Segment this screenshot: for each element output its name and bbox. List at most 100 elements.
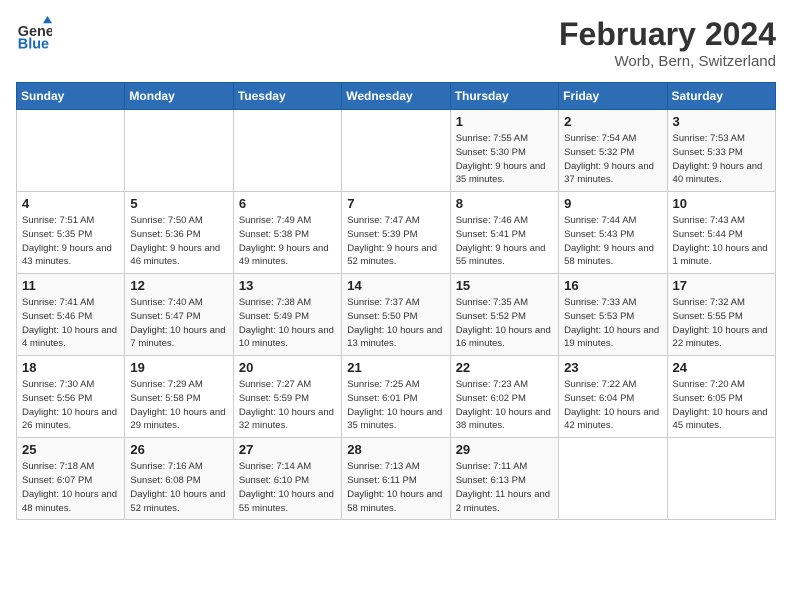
table-cell: 18 Sunrise: 7:30 AM Sunset: 5:56 PM Dayli… xyxy=(17,356,125,438)
day-number: 21 xyxy=(347,360,444,375)
table-cell: 20 Sunrise: 7:27 AM Sunset: 5:59 PM Dayli… xyxy=(233,356,341,438)
day-info: Sunrise: 7:27 AM Sunset: 5:59 PM Dayligh… xyxy=(239,378,336,433)
table-cell: 15Sunrise: 7:35 AM Sunset: 5:52 PM Dayli… xyxy=(450,274,558,356)
day-info: Sunrise: 7:29 AM Sunset: 5:58 PM Dayligh… xyxy=(130,378,227,433)
day-info: Sunrise: 7:40 AM Sunset: 5:47 PM Dayligh… xyxy=(130,296,227,351)
day-info: Sunrise: 7:16 AM Sunset: 6:08 PM Dayligh… xyxy=(130,460,227,515)
table-cell xyxy=(125,110,233,192)
day-number: 5 xyxy=(130,196,227,211)
day-info: Sunrise: 7:49 AM Sunset: 5:38 PM Dayligh… xyxy=(239,214,336,269)
day-number: 8 xyxy=(456,196,553,211)
header-friday: Friday xyxy=(559,83,667,110)
day-info: Sunrise: 7:51 AM Sunset: 5:35 PM Dayligh… xyxy=(22,214,119,269)
day-info: Sunrise: 7:30 AM Sunset: 5:56 PM Dayligh… xyxy=(22,378,119,433)
table-cell: 4 Sunrise: 7:51 AM Sunset: 5:35 PM Daylig… xyxy=(17,192,125,274)
table-cell: 9Sunrise: 7:44 AM Sunset: 5:43 PM Daylig… xyxy=(559,192,667,274)
day-info: Sunrise: 7:46 AM Sunset: 5:41 PM Dayligh… xyxy=(456,214,553,269)
day-info: Sunrise: 7:38 AM Sunset: 5:49 PM Dayligh… xyxy=(239,296,336,351)
table-cell: 8 Sunrise: 7:46 AM Sunset: 5:41 PM Daylig… xyxy=(450,192,558,274)
table-cell: 7 Sunrise: 7:47 AM Sunset: 5:39 PM Daylig… xyxy=(342,192,450,274)
day-info: Sunrise: 7:47 AM Sunset: 5:39 PM Dayligh… xyxy=(347,214,444,269)
day-number: 19 xyxy=(130,360,227,375)
day-number: 12 xyxy=(130,278,227,293)
day-number: 16 xyxy=(564,278,661,293)
day-info: Sunrise: 7:55 AM Sunset: 5:30 PM Dayligh… xyxy=(456,132,553,187)
day-number: 3 xyxy=(673,114,770,129)
day-info: Sunrise: 7:37 AM Sunset: 5:50 PM Dayligh… xyxy=(347,296,444,351)
header-sunday: Sunday xyxy=(17,83,125,110)
svg-text:Blue: Blue xyxy=(18,36,49,52)
table-cell: 13 Sunrise: 7:38 AM Sunset: 5:49 PM Dayli… xyxy=(233,274,341,356)
day-info: Sunrise: 7:11 AM Sunset: 6:13 PM Dayligh… xyxy=(456,460,553,515)
table-cell: 22Sunrise: 7:23 AM Sunset: 6:02 PM Dayli… xyxy=(450,356,558,438)
table-cell xyxy=(342,110,450,192)
header-tuesday: Tuesday xyxy=(233,83,341,110)
table-cell: 2 Sunrise: 7:54 AM Sunset: 5:32 PM Daylig… xyxy=(559,110,667,192)
day-info: Sunrise: 7:32 AM Sunset: 5:55 PM Dayligh… xyxy=(673,296,770,351)
table-cell: 5Sunrise: 7:50 AM Sunset: 5:36 PM Daylig… xyxy=(125,192,233,274)
logo: General Blue xyxy=(16,16,52,52)
header-wednesday: Wednesday xyxy=(342,83,450,110)
table-cell: 11 Sunrise: 7:41 AM Sunset: 5:46 PM Dayli… xyxy=(17,274,125,356)
day-info: Sunrise: 7:43 AM Sunset: 5:44 PM Dayligh… xyxy=(673,214,770,269)
week-row-2: 4 Sunrise: 7:51 AM Sunset: 5:35 PM Daylig… xyxy=(17,192,776,274)
day-info: Sunrise: 7:14 AM Sunset: 6:10 PM Dayligh… xyxy=(239,460,336,515)
days-header-row: Sunday Monday Tuesday Wednesday Thursday… xyxy=(17,83,776,110)
calendar-table: Sunday Monday Tuesday Wednesday Thursday… xyxy=(16,82,776,520)
week-row-5: 25 Sunrise: 7:18 AM Sunset: 6:07 PM Dayli… xyxy=(17,438,776,520)
day-info: Sunrise: 7:41 AM Sunset: 5:46 PM Dayligh… xyxy=(22,296,119,351)
day-number: 1 xyxy=(456,114,553,129)
table-cell xyxy=(667,438,775,520)
header-saturday: Saturday xyxy=(667,83,775,110)
table-cell: 21 Sunrise: 7:25 AM Sunset: 6:01 PM Dayli… xyxy=(342,356,450,438)
day-info: Sunrise: 7:13 AM Sunset: 6:11 PM Dayligh… xyxy=(347,460,444,515)
header-thursday: Thursday xyxy=(450,83,558,110)
day-info: Sunrise: 7:20 AM Sunset: 6:05 PM Dayligh… xyxy=(673,378,770,433)
week-row-1: 1 Sunrise: 7:55 AM Sunset: 5:30 PM Daylig… xyxy=(17,110,776,192)
day-info: Sunrise: 7:25 AM Sunset: 6:01 PM Dayligh… xyxy=(347,378,444,433)
day-number: 28 xyxy=(347,442,444,457)
day-number: 17 xyxy=(673,278,770,293)
day-number: 20 xyxy=(239,360,336,375)
day-number: 24 xyxy=(673,360,770,375)
table-cell: 19 Sunrise: 7:29 AM Sunset: 5:58 PM Dayli… xyxy=(125,356,233,438)
table-cell: 25 Sunrise: 7:18 AM Sunset: 6:07 PM Dayli… xyxy=(17,438,125,520)
table-cell: 10Sunrise: 7:43 AM Sunset: 5:44 PM Dayli… xyxy=(667,192,775,274)
day-number: 27 xyxy=(239,442,336,457)
day-info: Sunrise: 7:18 AM Sunset: 6:07 PM Dayligh… xyxy=(22,460,119,515)
day-info: Sunrise: 7:54 AM Sunset: 5:32 PM Dayligh… xyxy=(564,132,661,187)
table-cell: 12 Sunrise: 7:40 AM Sunset: 5:47 PM Dayli… xyxy=(125,274,233,356)
day-info: Sunrise: 7:44 AM Sunset: 5:43 PM Dayligh… xyxy=(564,214,661,269)
day-number: 13 xyxy=(239,278,336,293)
day-number: 4 xyxy=(22,196,119,211)
table-cell: 17 Sunrise: 7:32 AM Sunset: 5:55 PM Dayli… xyxy=(667,274,775,356)
day-info: Sunrise: 7:23 AM Sunset: 6:02 PM Dayligh… xyxy=(456,378,553,433)
table-cell: 14 Sunrise: 7:37 AM Sunset: 5:50 PM Dayli… xyxy=(342,274,450,356)
table-cell: 23 Sunrise: 7:22 AM Sunset: 6:04 PM Dayli… xyxy=(559,356,667,438)
location-subtitle: Worb, Bern, Switzerland xyxy=(559,53,776,70)
table-cell xyxy=(559,438,667,520)
day-number: 6 xyxy=(239,196,336,211)
day-info: Sunrise: 7:22 AM Sunset: 6:04 PM Dayligh… xyxy=(564,378,661,433)
day-number: 23 xyxy=(564,360,661,375)
table-cell: 16 Sunrise: 7:33 AM Sunset: 5:53 PM Dayli… xyxy=(559,274,667,356)
logo-icon: General Blue xyxy=(16,16,52,52)
day-number: 25 xyxy=(22,442,119,457)
day-number: 26 xyxy=(130,442,227,457)
day-number: 18 xyxy=(22,360,119,375)
day-number: 7 xyxy=(347,196,444,211)
day-number: 29 xyxy=(456,442,553,457)
week-row-3: 11 Sunrise: 7:41 AM Sunset: 5:46 PM Dayli… xyxy=(17,274,776,356)
month-year-title: February 2024 xyxy=(559,16,776,53)
day-info: Sunrise: 7:35 AM Sunset: 5:52 PM Dayligh… xyxy=(456,296,553,351)
table-cell: 6 Sunrise: 7:49 AM Sunset: 5:38 PM Daylig… xyxy=(233,192,341,274)
table-cell: 24 Sunrise: 7:20 AM Sunset: 6:05 PM Dayli… xyxy=(667,356,775,438)
table-cell xyxy=(17,110,125,192)
table-cell: 29 Sunrise: 7:11 AM Sunset: 6:13 PM Dayli… xyxy=(450,438,558,520)
table-cell xyxy=(233,110,341,192)
day-number: 2 xyxy=(564,114,661,129)
table-cell: 27 Sunrise: 7:14 AM Sunset: 6:10 PM Dayli… xyxy=(233,438,341,520)
day-number: 11 xyxy=(22,278,119,293)
day-number: 14 xyxy=(347,278,444,293)
day-info: Sunrise: 7:33 AM Sunset: 5:53 PM Dayligh… xyxy=(564,296,661,351)
